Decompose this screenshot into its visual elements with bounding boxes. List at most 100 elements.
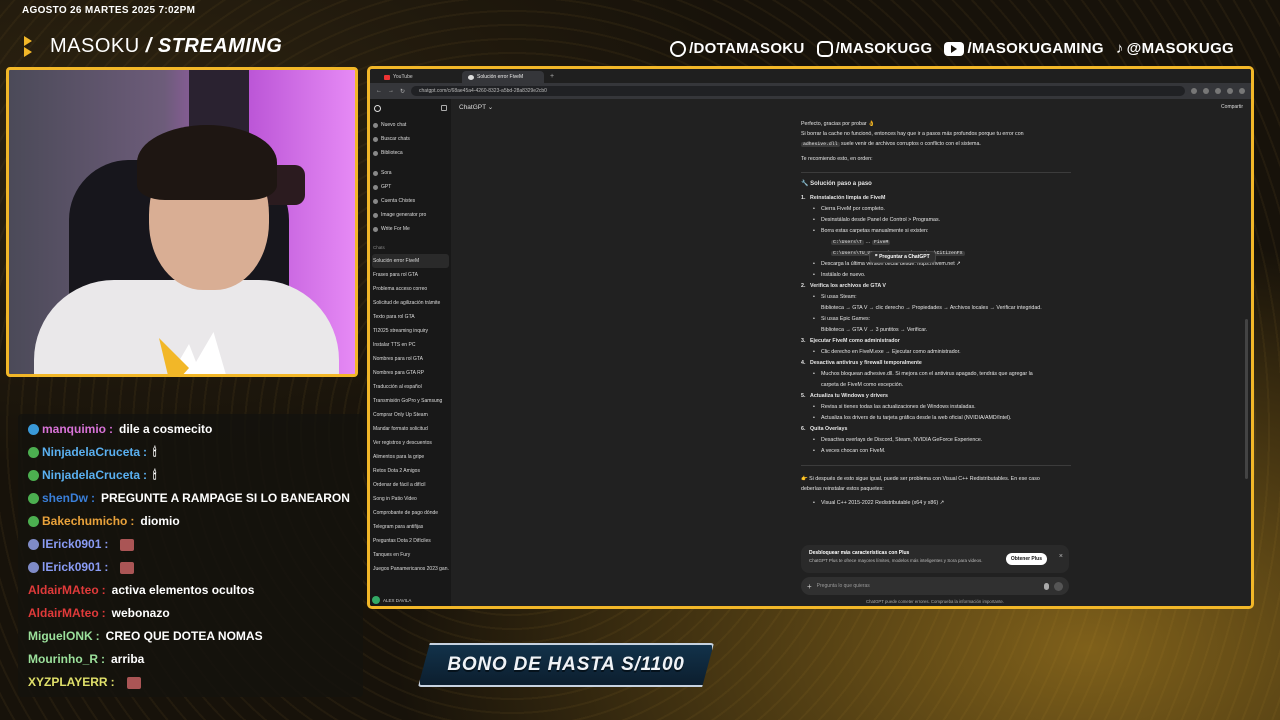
sidebar-chat-item[interactable]: Problema acceso correo — [372, 282, 449, 296]
download-icon[interactable] — [1215, 88, 1221, 94]
sidebar-gpt-item[interactable]: Write For Me — [372, 222, 449, 236]
sidebar-chat-item[interactable]: Traducción al español — [372, 380, 449, 394]
chat-text: webonazo — [111, 606, 170, 620]
extensions-icon[interactable] — [1203, 88, 1209, 94]
tab-bar: YouTube Solución error FiveM + — [370, 69, 1251, 83]
reload-icon[interactable]: ↻ — [400, 88, 405, 95]
sidebar-chat-item[interactable]: Mandar formato solicitud — [372, 422, 449, 436]
url-input[interactable]: chatgpt.com/c/68ae45a4-4260-8323-a5bd-28… — [411, 86, 1185, 96]
instagram-icon — [816, 40, 833, 57]
vcredist-link[interactable]: Visual C++ 2015-2022 Redistributable (x6… — [801, 498, 1071, 509]
sidebar-chat-item[interactable]: Comprar Only Up Steam — [372, 408, 449, 422]
chat-badge-icon — [28, 562, 39, 573]
chat-badge-icon — [28, 539, 39, 550]
close-icon[interactable]: × — [1059, 553, 1063, 560]
sidebar-chat-item[interactable]: Telegram para antifijas — [372, 520, 449, 534]
chat-message: NinjadelaCruceta: 🕯 — [28, 441, 353, 464]
gpt-icon — [373, 226, 378, 232]
forward-icon[interactable]: → — [388, 88, 394, 94]
profile-icon[interactable] — [1227, 88, 1233, 94]
sidebar-chat-item[interactable]: Ordenar de fácil a difícil — [372, 478, 449, 492]
sidebar-chat-item[interactable]: Retos Dota 2 Amigos — [372, 464, 449, 478]
social-links: /DOTAMASOKU /MASOKUGG /MASOKUGAMING ♪ @MA… — [670, 40, 1234, 57]
plus-upsell-banner: Desbloquear más características con Plus… — [801, 545, 1069, 573]
account-button[interactable]: ALEX DAVILA — [372, 596, 411, 604]
avatar — [372, 596, 380, 604]
model-selector[interactable]: ChatGPT ⌄ — [459, 103, 493, 111]
youtube-icon — [944, 41, 965, 56]
brand-first: MASOKU — [50, 34, 140, 57]
chat-username: AldairMAteo — [28, 606, 99, 620]
bonus-banner: BONO DE HASTA S/1100 — [418, 643, 714, 687]
menu-icon[interactable] — [1239, 88, 1245, 94]
youtube-favicon-icon — [384, 74, 390, 80]
sidebar-chat-item[interactable]: Comprobante de pago dónde — [372, 506, 449, 520]
sidebar-chat-item[interactable]: Solución error FiveM — [372, 254, 449, 268]
sidebar-chat-item[interactable]: Texto para rol GTA — [372, 310, 449, 324]
gpt-icon — [373, 212, 378, 218]
social-tiktok: ♪ @MASOKUGG — [1115, 39, 1234, 57]
sidebar-chat-item[interactable]: TI2025 streaming inquiry — [372, 324, 449, 338]
divider — [801, 465, 1071, 466]
divider — [801, 172, 1071, 173]
sidebar-item-new-chat[interactable]: Nuevo chat — [372, 118, 449, 132]
emote-icon — [120, 538, 135, 551]
sidebar-chat-item[interactable]: Frases para rol GTA — [372, 268, 449, 282]
tab-chatgpt[interactable]: Solución error FiveM — [462, 71, 544, 83]
openai-logo-icon[interactable] — [374, 105, 381, 112]
chat-text: diomio — [140, 514, 180, 528]
sidebar-chat-item[interactable]: Nombres para rol GTA — [372, 352, 449, 366]
sidebar-item-library[interactable]: Biblioteca — [372, 146, 449, 160]
back-icon[interactable]: ← — [376, 88, 382, 94]
tiktok-icon: ♪ — [1115, 39, 1124, 57]
chatgpt-favicon-icon — [468, 74, 474, 80]
chat-message: lErick0901: — [28, 533, 353, 556]
sidebar-chat-item[interactable]: Tanques en Fury — [372, 548, 449, 562]
voice-mode-icon[interactable] — [1054, 581, 1063, 591]
sidebar-gpt-item[interactable]: Sora — [372, 166, 449, 180]
chat-username: Bakechumicho — [42, 514, 128, 528]
new-tab-button[interactable]: + — [546, 71, 558, 83]
chat-username: XYZPLAYERR — [28, 675, 108, 689]
social-youtube: /MASOKUGAMING — [944, 40, 1104, 57]
chat-message: Mourinho_R: arriba — [28, 648, 353, 671]
sidebar-item-search[interactable]: Buscar chats — [372, 132, 449, 146]
chat-username: AldairMAteo — [28, 583, 99, 597]
share-button[interactable]: Compartir — [1221, 104, 1243, 110]
attach-icon[interactable]: + — [807, 582, 812, 591]
assistant-message: Perfecto, gracias por probar 👌 Si borrar … — [801, 119, 1071, 509]
sidebar-chat-item[interactable]: Juegos Panamericanos 2023 gan... — [372, 562, 449, 576]
step-5: 5. Actualiza tu Windows y drivers — [801, 393, 888, 399]
chat-username: lErick0901 — [42, 560, 102, 574]
get-plus-button[interactable]: Obtener Plus — [1005, 553, 1047, 565]
brand-logo: MASOKU / STREAMING — [20, 34, 282, 58]
fivem-link[interactable]: Descarga la última versión oficial desde… — [801, 259, 1071, 270]
gpt-icon — [373, 184, 378, 190]
stream-chat: manquimio: dile a cosmecito NinjadelaCruce… — [18, 414, 363, 697]
chat-username: manquimio — [42, 422, 107, 436]
sidebar-toggle-icon[interactable] — [441, 105, 447, 111]
sidebar-gpt-item[interactable]: GPT — [372, 180, 449, 194]
bookmark-icon[interactable] — [1191, 88, 1197, 94]
sidebar-chat-item[interactable]: Solicitud de agilización trámite — [372, 296, 449, 310]
mic-icon[interactable] — [1044, 582, 1049, 590]
tab-youtube[interactable]: YouTube — [378, 71, 460, 83]
chat-username: MiguelONK — [28, 629, 93, 643]
sidebar-chat-item[interactable]: Ver registros y descuentos — [372, 436, 449, 450]
sidebar-gpt-item[interactable]: Cuenta Chistes — [372, 194, 449, 208]
sidebar-chat-item[interactable]: Preguntas Dota 2 Difíciles — [372, 534, 449, 548]
social-instagram: /MASOKUGG — [816, 40, 933, 57]
sidebar-chat-item[interactable]: Transmisión GoPro y Samsung — [372, 394, 449, 408]
scrollbar[interactable] — [1245, 319, 1248, 479]
ask-chatgpt-tooltip[interactable]: ❞ Preguntar a ChatGPT — [869, 251, 936, 263]
prompt-input[interactable]: Pregunta lo que quieras — [817, 583, 1039, 589]
chat-message: NinjadelaCruceta: 🕯 — [28, 464, 353, 487]
chat-username: lErick0901 — [42, 537, 102, 551]
sidebar-chat-item[interactable]: Nombres para GTA RP — [372, 366, 449, 380]
sidebar-gpt-item[interactable]: Image generator pro — [372, 208, 449, 222]
sidebar-chat-item[interactable]: Instalar TTS en PC — [372, 338, 449, 352]
sidebar-chat-item[interactable]: Song in Patio Video — [372, 492, 449, 506]
sidebar-chat-item[interactable]: Alimentos para la gripe — [372, 450, 449, 464]
chat-username: NinjadelaCruceta — [42, 445, 141, 459]
chat-message: shenDw: PREGUNTE A RAMPAGE SI LO BANEARON — [28, 487, 353, 510]
